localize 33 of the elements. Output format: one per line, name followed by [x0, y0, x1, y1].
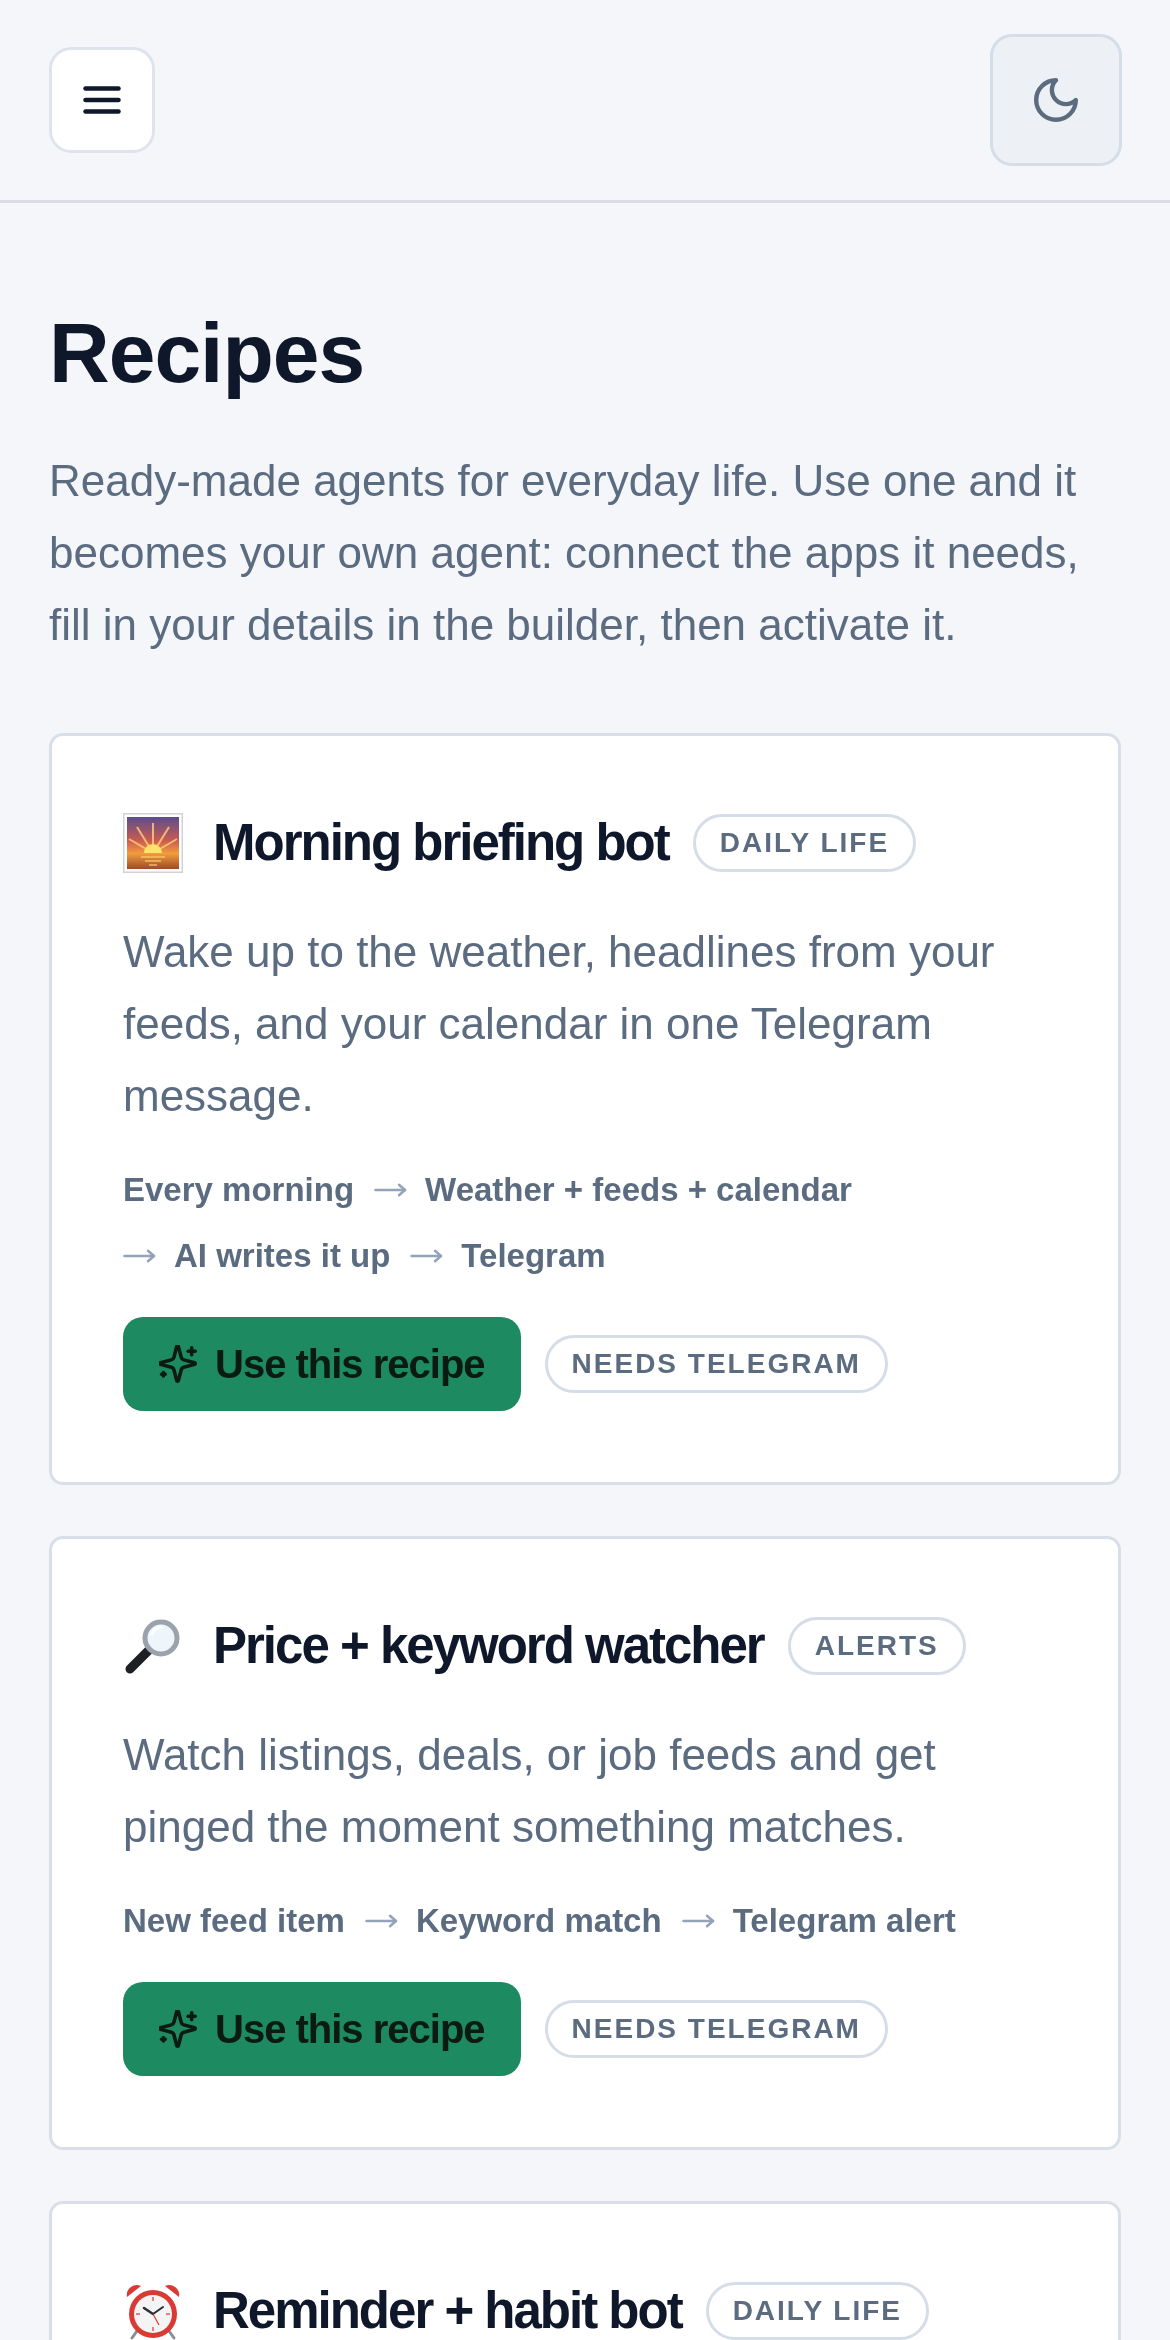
recipe-title: Price + keyword watcher [213, 1616, 764, 1676]
recipe-title: Reminder + habit bot [213, 2281, 682, 2340]
sparkles-icon [159, 2010, 197, 2048]
category-tag: DAILY LIFE [692, 814, 917, 872]
use-recipe-button[interactable]: Use this recipe [123, 1982, 521, 2076]
menu-button[interactable] [49, 47, 155, 153]
requirement-tag: NEEDS TELEGRAM [544, 2000, 888, 2058]
recipe-description: Watch listings, deals, or job feeds and get pinged the moment something matches. [123, 1729, 937, 1853]
requirement-tag: NEEDS TELEGRAM [544, 1335, 888, 1393]
flow-step: Weather + feeds + calendar [425, 1165, 852, 1215]
page-description: Ready-made agents for everyday life. Use one and it becomes your own agent: connect the apps it needs, fill in your details in the builder, then activate it. [49, 455, 1080, 651]
recipe-description: Wake up to the weather, headlines from your feeds, and your calendar in one Telegram message. [123, 926, 996, 1122]
sunrise-icon [123, 813, 183, 873]
flow-step: AI writes it up [174, 1231, 391, 1281]
use-recipe-button[interactable]: Use this recipe [123, 1317, 521, 1411]
category-tag: ALERTS [787, 1617, 966, 1675]
arrow-icon [364, 1914, 398, 1928]
flow-step: Keyword match [415, 1896, 662, 1946]
arrow-icon [410, 1249, 444, 1263]
page-title: Recipes [49, 305, 366, 402]
recipe-title: Morning briefing bot [213, 813, 669, 873]
flow-step: Every morning [123, 1165, 355, 1215]
sparkles-icon [159, 1345, 197, 1383]
menu-icon [83, 86, 121, 114]
moon-icon [1034, 78, 1078, 122]
theme-toggle-button[interactable] [990, 34, 1122, 166]
arrow-icon [681, 1914, 715, 1928]
flow-step: Telegram [461, 1231, 606, 1281]
arrow-icon [123, 1249, 156, 1263]
arrow-icon [374, 1183, 408, 1197]
flow-step: Telegram alert [732, 1896, 956, 1946]
flow-step: New feed item [123, 1896, 345, 1946]
category-tag: DAILY LIFE [705, 2282, 929, 2340]
